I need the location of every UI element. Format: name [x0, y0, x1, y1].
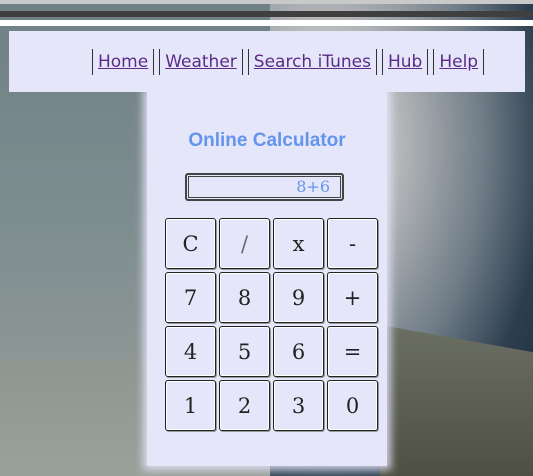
key-3[interactable]: 3: [273, 380, 324, 431]
key-subtract[interactable]: -: [327, 218, 378, 269]
key-2[interactable]: 2: [219, 380, 270, 431]
nav-link-search-itunes[interactable]: Search iTunes: [247, 49, 377, 75]
calculator-panel: Online Calculator 8+6 C / x - 7 8 9 + 4 …: [147, 92, 387, 466]
key-0[interactable]: 0: [327, 380, 378, 431]
key-add[interactable]: +: [327, 272, 378, 323]
key-6[interactable]: 6: [273, 326, 324, 377]
nav-links: Home Weather Search iTunes Hub Help: [92, 49, 489, 75]
top-navigation: Home Weather Search iTunes Hub Help: [9, 31, 525, 92]
nav-link-weather[interactable]: Weather: [159, 49, 243, 75]
key-9[interactable]: 9: [273, 272, 324, 323]
key-7[interactable]: 7: [165, 272, 216, 323]
calculator-keypad: C / x - 7 8 9 + 4 5 6 = 1 2 3 0: [165, 218, 378, 431]
top-stripe: [0, 0, 533, 4]
nav-link-help[interactable]: Help: [433, 49, 485, 75]
background-floor-left: [0, 360, 160, 476]
key-8[interactable]: 8: [219, 272, 270, 323]
key-4[interactable]: 4: [165, 326, 216, 377]
key-divide[interactable]: /: [219, 218, 270, 269]
key-5[interactable]: 5: [219, 326, 270, 377]
key-equals[interactable]: =: [327, 326, 378, 377]
nav-link-hub[interactable]: Hub: [381, 49, 429, 75]
nav-link-home[interactable]: Home: [92, 49, 155, 75]
calculator-display[interactable]: 8+6: [185, 173, 344, 201]
calculator-title: Online Calculator: [188, 130, 346, 151]
top-stripe-light: [0, 20, 533, 26]
key-multiply[interactable]: x: [273, 218, 324, 269]
key-clear[interactable]: C: [165, 218, 216, 269]
key-1[interactable]: 1: [165, 380, 216, 431]
top-stripe-dark: [0, 11, 533, 17]
